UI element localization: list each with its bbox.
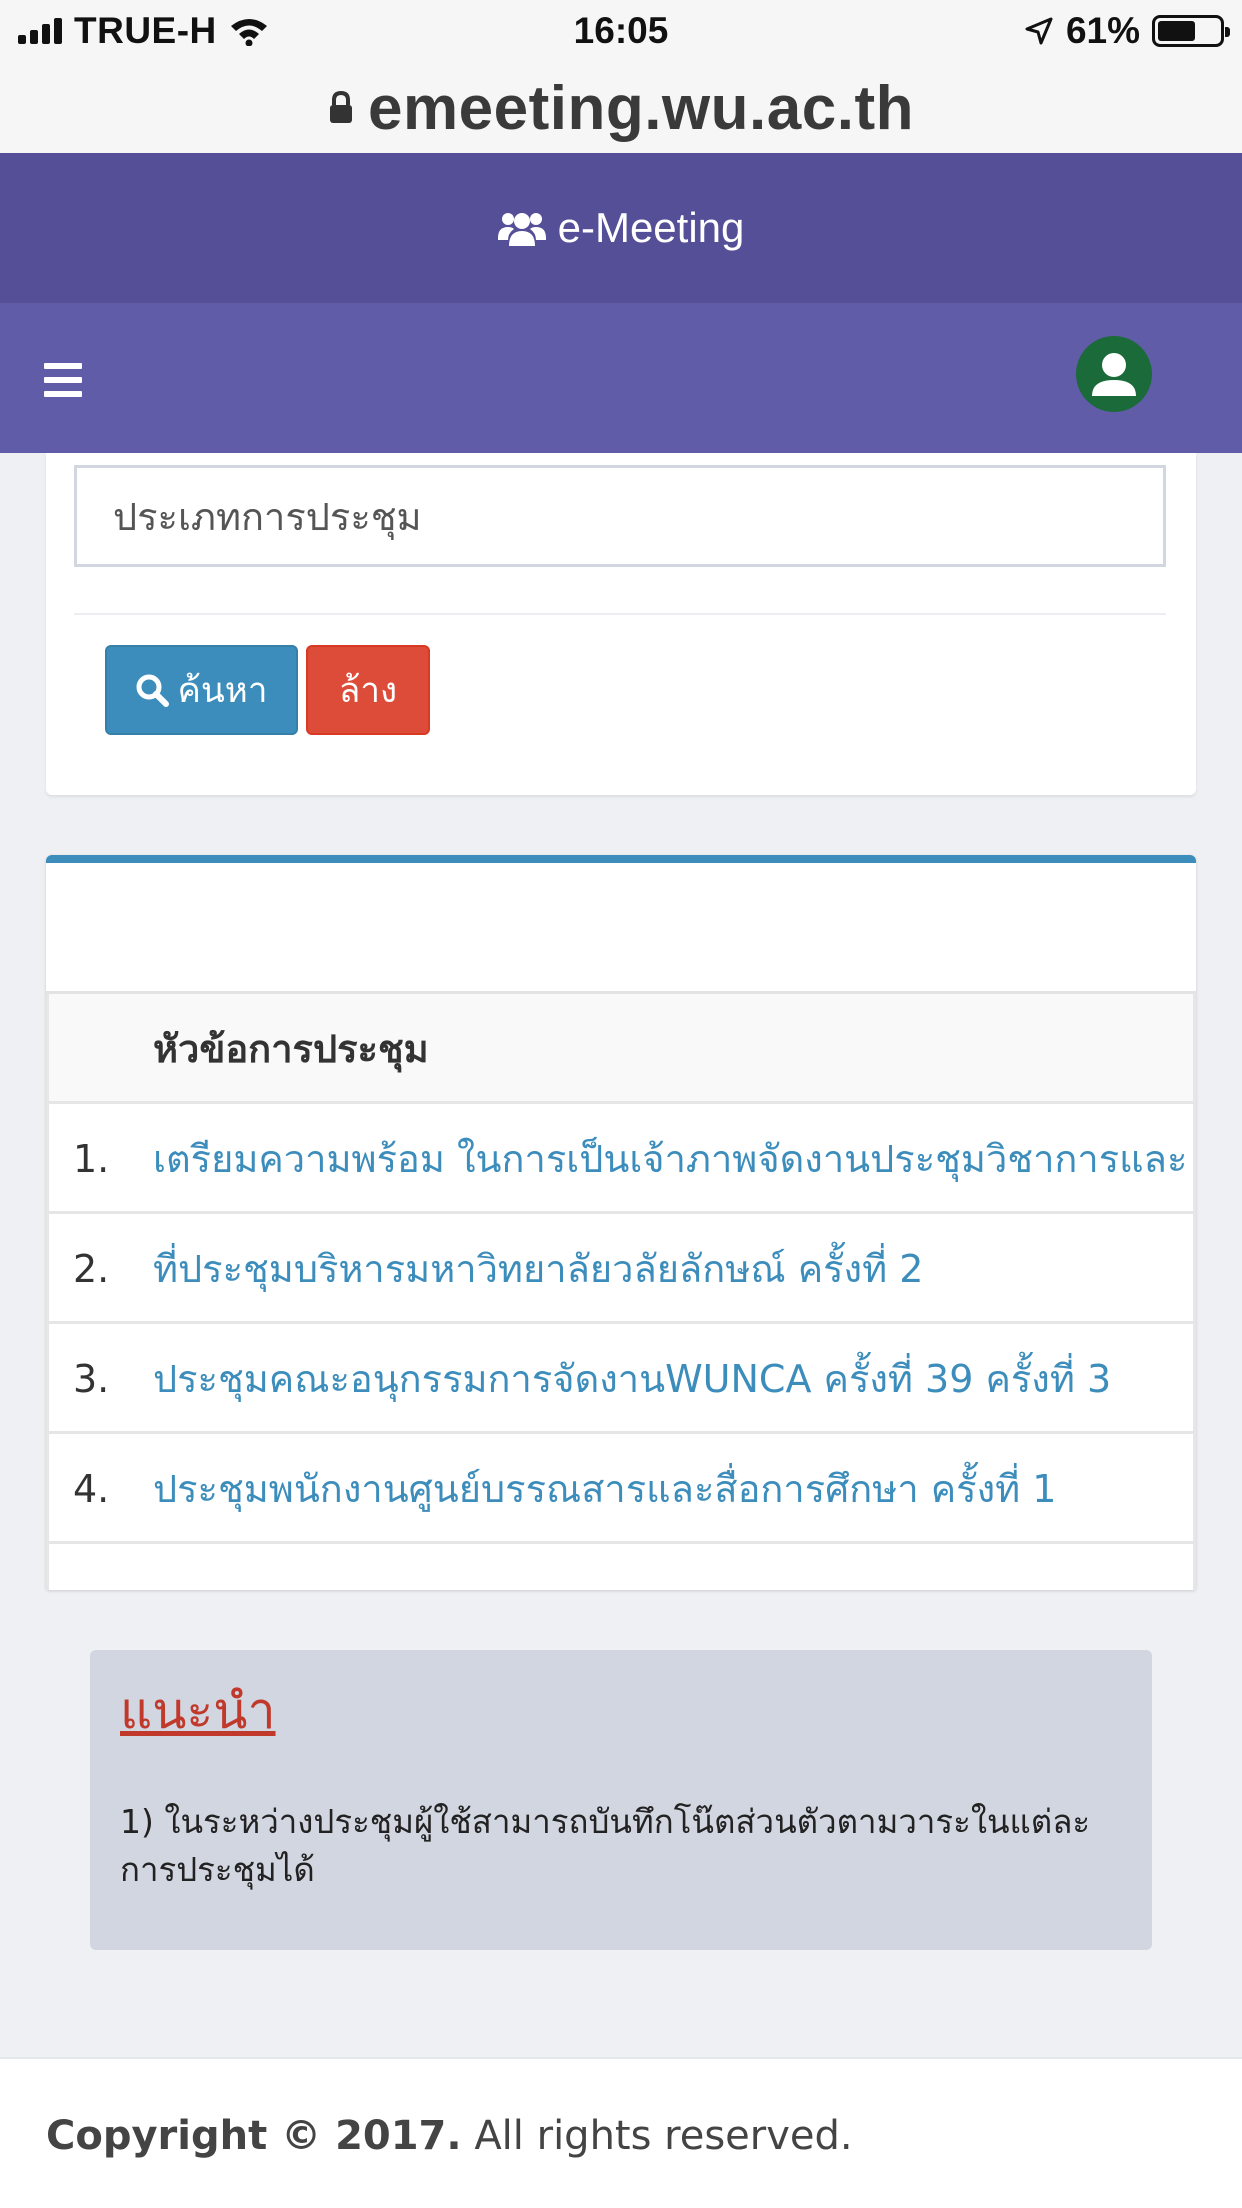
brand-header: e-Meeting — [0, 153, 1242, 303]
table-row: 1. เตรียมความพร้อม ในการเป็นเจ้าภาพจัดงา… — [46, 1104, 1196, 1214]
footer-copyright: Copyright © 2017. — [46, 2113, 462, 2159]
row-number: 1. — [73, 1137, 110, 1181]
meeting-type-select[interactable]: ประเภทการประชุม — [74, 465, 1166, 567]
search-button[interactable]: ค้นหา — [105, 645, 298, 735]
search-icon — [136, 674, 170, 707]
meeting-link[interactable]: ประชุมคณะอนุกรรมการจัดงานWUNCA ครั้งที่ … — [153, 1324, 1111, 1431]
clear-button[interactable]: ล้าง — [306, 645, 430, 735]
table-header-row: หัวข้อการประชุม — [46, 994, 1196, 1104]
meeting-link[interactable]: ที่ประชุมบริหารมหาวิทยาลัยวลัยลักษณ์ ครั… — [153, 1214, 923, 1321]
url-text[interactable]: emeeting.wu.ac.th — [368, 73, 914, 144]
search-button-label: ค้นหา — [177, 670, 268, 711]
divider — [74, 613, 1166, 615]
advice-text: 1) ในระหว่างประชุมผู้ใช้สามารถบันทึกโน๊ต… — [120, 1802, 1091, 1889]
advice-title: แนะนำ — [120, 1682, 276, 1740]
battery-icon — [1152, 15, 1230, 47]
status-right: 61% — [1024, 10, 1230, 52]
status-bar: TRUE-H 16:05 61% — [0, 0, 1242, 62]
meeting-table: หัวข้อการประชุม 1. เตรียมความพร้อม ในการ… — [46, 991, 1196, 1590]
users-icon — [497, 213, 546, 246]
top-navbar — [0, 303, 1242, 453]
meeting-link[interactable]: ประชุมพนักงานศูนย์บรรณสารและสื่อการศึกษา… — [153, 1434, 1056, 1541]
footer-rights: All rights reserved. — [474, 2113, 853, 2159]
column-header-topic: หัวข้อการประชุม — [153, 1027, 429, 1071]
clear-button-label: ล้าง — [338, 670, 398, 711]
user-icon — [1092, 353, 1136, 396]
menu-toggle-icon[interactable] — [44, 363, 82, 397]
user-avatar[interactable] — [1076, 336, 1152, 412]
battery-percent: 61% — [1065, 10, 1140, 51]
advice-callout: แนะนำ 1) ในระหว่างประชุมผู้ใช้สามารถบันท… — [90, 1650, 1152, 1950]
battery-fill — [1158, 21, 1195, 41]
meeting-type-placeholder: ประเภทการประชุม — [113, 494, 422, 539]
table-row: 2. ที่ประชุมบริหารมหาวิทยาลัยวลัยลักษณ์ … — [46, 1214, 1196, 1324]
table-footer-space — [46, 1544, 1196, 1590]
row-number: 4. — [73, 1467, 110, 1511]
page-footer: Copyright © 2017. All rights reserved. — [0, 2057, 1242, 2208]
row-number: 3. — [73, 1357, 110, 1401]
row-number: 2. — [73, 1247, 110, 1291]
table-row: 3. ประชุมคณะอนุกรรมการจัดงานWUNCA ครั้งท… — [46, 1324, 1196, 1434]
table-row: 4. ประชุมพนักงานศูนย์บรรณสารและสื่อการศึ… — [46, 1434, 1196, 1544]
meeting-list-panel: หัวข้อการประชุม 1. เตรียมความพร้อม ในการ… — [46, 855, 1196, 1590]
search-panel: ประเภทการประชุม ค้นหา ล้าง — [46, 453, 1196, 795]
lock-icon — [330, 91, 353, 123]
meeting-link[interactable]: เตรียมความพร้อม ในการเป็นเจ้าภาพจัดงานปร… — [153, 1104, 1187, 1211]
footer-text: Copyright © 2017. All rights reserved. — [46, 2113, 853, 2159]
location-arrow-icon — [1025, 17, 1053, 45]
url-bar[interactable]: emeeting.wu.ac.th — [0, 62, 1242, 154]
brand-title[interactable]: e-Meeting — [558, 204, 745, 252]
